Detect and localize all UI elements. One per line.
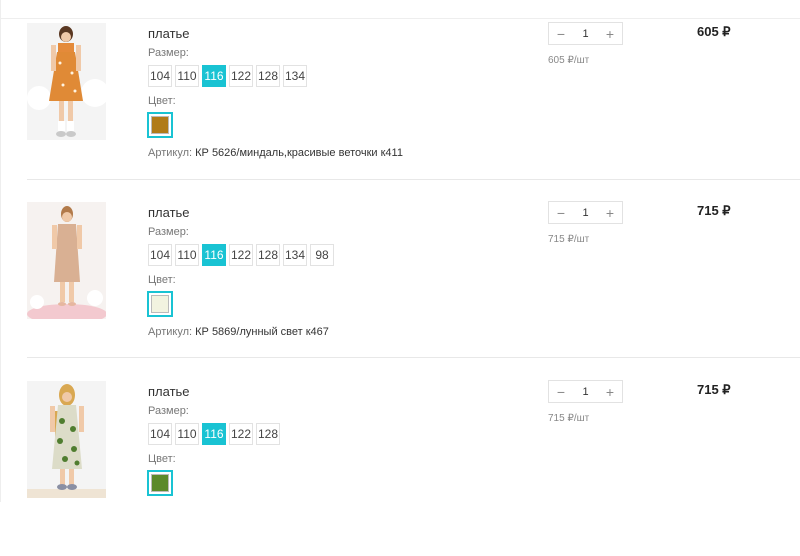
plus-icon[interactable]: + <box>598 23 622 44</box>
quantity-value[interactable]: 1 <box>573 386 598 398</box>
size-option[interactable]: 110 <box>175 423 199 445</box>
sku: Артикул: КР 5626/миндаль,красивые веточк… <box>148 147 403 159</box>
item-total: 605 ₽ <box>697 24 731 39</box>
item-total: 715 ₽ <box>697 203 731 218</box>
size-option[interactable]: 128 <box>256 423 280 445</box>
sku-label: Артикул: <box>148 326 193 338</box>
quantity-value[interactable]: 1 <box>573 207 598 219</box>
size-label: Размер: <box>148 47 189 59</box>
product-title[interactable]: платье <box>148 26 190 41</box>
product-title[interactable]: платье <box>148 384 190 399</box>
color-swatch[interactable] <box>147 112 173 138</box>
size-option[interactable]: 122 <box>229 244 253 266</box>
color-label: Цвет: <box>148 274 176 286</box>
quantity-stepper: − 1 + <box>548 22 623 45</box>
product-image[interactable] <box>27 381 106 498</box>
size-option[interactable]: 128 <box>256 244 280 266</box>
color-label: Цвет: <box>148 453 176 465</box>
size-option[interactable]: 134 <box>283 244 307 266</box>
item-total: 715 ₽ <box>697 382 731 397</box>
size-option[interactable]: 98 <box>310 244 334 266</box>
size-option[interactable]: 104 <box>148 423 172 445</box>
color-swatch-fill <box>151 116 169 134</box>
plus-icon[interactable]: + <box>598 381 622 402</box>
size-option[interactable]: 122 <box>229 423 253 445</box>
size-option[interactable]: 110 <box>175 65 199 87</box>
color-swatch[interactable] <box>147 291 173 317</box>
quantity-stepper: − 1 + <box>548 380 623 403</box>
color-swatch[interactable] <box>147 470 173 496</box>
color-label: Цвет: <box>148 95 176 107</box>
size-option[interactable]: 104 <box>148 244 172 266</box>
unit-price: 605 ₽/шт <box>548 55 590 66</box>
sku-label: Артикул: <box>148 147 193 159</box>
unit-price: 715 ₽/шт <box>548 234 590 245</box>
minus-icon[interactable]: − <box>549 381 573 402</box>
size-option[interactable]: 122 <box>229 65 253 87</box>
minus-icon[interactable]: − <box>549 23 573 44</box>
size-selector: 104 110 116 122 128 <box>148 423 280 445</box>
sku: Артикул: КР 5869/лунный свет к467 <box>148 326 329 338</box>
minus-icon[interactable]: − <box>549 202 573 223</box>
size-selector: 104 110 116 122 128 134 98 <box>148 244 334 266</box>
size-option[interactable]: 110 <box>175 244 199 266</box>
size-option[interactable]: 104 <box>148 65 172 87</box>
product-title[interactable]: платье <box>148 205 190 220</box>
product-image[interactable] <box>27 23 106 140</box>
color-swatch-fill <box>151 474 169 492</box>
color-swatch-fill <box>151 295 169 313</box>
row-divider <box>27 179 800 180</box>
size-label: Размер: <box>148 405 189 417</box>
cart-item: платье Размер: 104 110 116 122 128 134 Ц… <box>0 19 800 198</box>
size-selector: 104 110 116 122 128 134 <box>148 65 307 87</box>
quantity-stepper: − 1 + <box>548 201 623 224</box>
unit-price: 715 ₽/шт <box>548 413 590 424</box>
plus-icon[interactable]: + <box>598 202 622 223</box>
product-image[interactable] <box>27 202 106 319</box>
size-option-selected[interactable]: 116 <box>202 423 226 445</box>
cart-item: платье Размер: 104 110 116 122 128 Цвет:… <box>0 377 800 556</box>
quantity-value[interactable]: 1 <box>573 28 598 40</box>
size-option[interactable]: 134 <box>283 65 307 87</box>
size-option-selected[interactable]: 116 <box>202 244 226 266</box>
size-option-selected[interactable]: 116 <box>202 65 226 87</box>
sku-value: КР 5869/лунный свет к467 <box>195 326 329 338</box>
size-label: Размер: <box>148 226 189 238</box>
sku-value: КР 5626/миндаль,красивые веточки к411 <box>195 147 403 159</box>
size-option[interactable]: 128 <box>256 65 280 87</box>
cart-item: платье Размер: 104 110 116 122 128 134 9… <box>0 198 800 377</box>
row-divider <box>27 357 800 358</box>
